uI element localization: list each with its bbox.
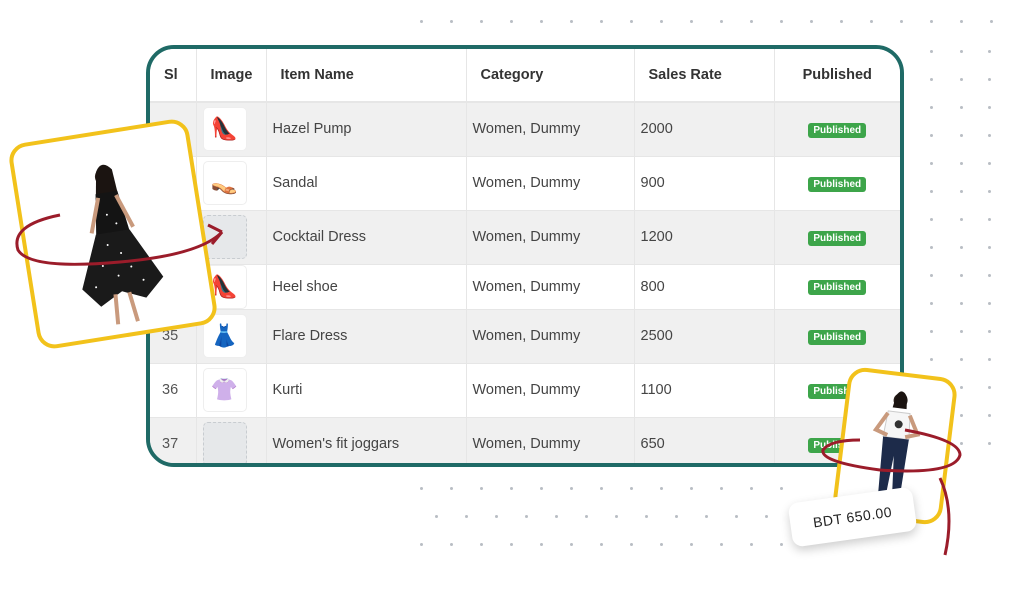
swirl-decoration <box>15 213 962 556</box>
